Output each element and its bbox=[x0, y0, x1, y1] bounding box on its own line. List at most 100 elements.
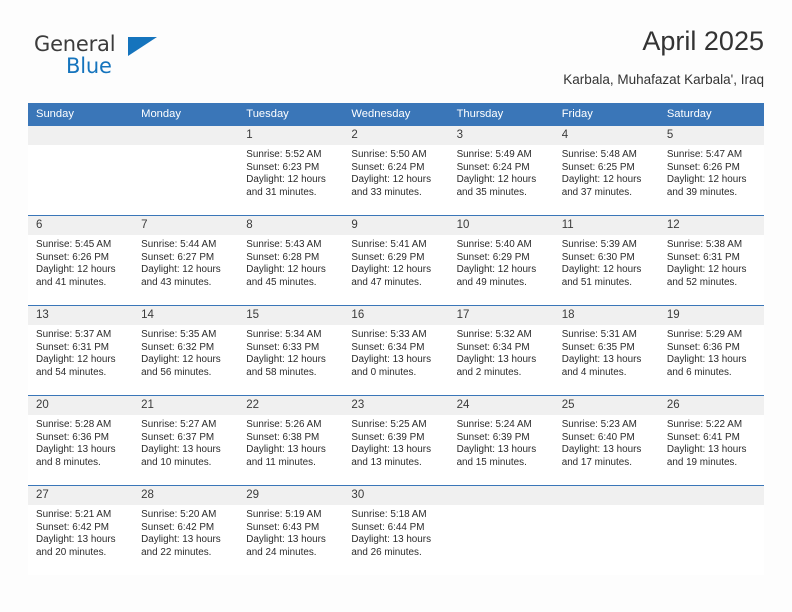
sunrise-time: Sunrise: 5:23 AM bbox=[561, 419, 637, 430]
sunset-time: Sunset: 6:30 PM bbox=[561, 251, 635, 263]
sunset-time: Sunset: 6:28 PM bbox=[246, 251, 320, 263]
sunrise-time: Sunrise: 5:29 AM bbox=[666, 329, 743, 340]
calendar-week-row: 27 Sunrise: 5:21 AM Sunset: 6:42 PM Dayligh… bbox=[28, 485, 764, 575]
day-number bbox=[28, 126, 134, 145]
day-number: 16 bbox=[343, 306, 449, 325]
daylight-duration-line2: and 33 minutes. bbox=[351, 186, 422, 198]
calendar-day-cell[interactable]: 12 Sunrise: 5:38 AM Sunset: 6:31 PM Dayligh… bbox=[658, 215, 764, 306]
calendar-header-row: Sunday Monday Tuesday Wednesday Thursday… bbox=[28, 103, 764, 126]
daylight-duration-line1: Daylight: 13 hours bbox=[36, 444, 116, 456]
calendar-day-cell[interactable]: 13 Sunrise: 5:37 AM Sunset: 6:31 PM Dayligh… bbox=[28, 305, 134, 396]
daylight-duration-line2: and 15 minutes. bbox=[456, 456, 527, 468]
daylight-duration-line1: Daylight: 13 hours bbox=[456, 354, 537, 366]
calendar-day-cell[interactable]: 3 Sunrise: 5:49 AM Sunset: 6:24 PM Daylight… bbox=[448, 125, 554, 216]
daylight-duration-line1: Daylight: 12 hours bbox=[36, 264, 116, 276]
calendar-day-cell[interactable]: 24 Sunrise: 5:24 AM Sunset: 6:39 PM Dayligh… bbox=[448, 395, 554, 486]
daylight-duration-line2: and 45 minutes. bbox=[246, 276, 317, 288]
calendar-day-cell[interactable]: 16 Sunrise: 5:33 AM Sunset: 6:34 PM Dayligh… bbox=[343, 305, 449, 396]
day-details: Sunrise: 5:29 AM Sunset: 6:36 PM Daylight:… bbox=[659, 325, 764, 379]
sunset-time: Sunset: 6:27 PM bbox=[141, 251, 215, 263]
day-number: 28 bbox=[133, 486, 239, 505]
daylight-duration-line2: and 11 minutes. bbox=[246, 456, 316, 468]
calendar-day-cell[interactable]: 23 Sunrise: 5:25 AM Sunset: 6:39 PM Dayligh… bbox=[343, 395, 449, 486]
day-number bbox=[133, 126, 239, 145]
calendar-day-cell[interactable]: 29 Sunrise: 5:19 AM Sunset: 6:43 PM Dayligh… bbox=[238, 485, 344, 575]
daylight-duration-line1: Daylight: 12 hours bbox=[246, 354, 326, 366]
sunrise-time: Sunrise: 5:40 AM bbox=[456, 239, 532, 250]
sunrise-time: Sunrise: 5:18 AM bbox=[351, 509, 427, 520]
day-number: 3 bbox=[448, 126, 554, 145]
day-number: 20 bbox=[28, 396, 134, 415]
calendar-week-row: 20 Sunrise: 5:28 AM Sunset: 6:36 PM Dayligh… bbox=[28, 395, 764, 486]
day-details: Sunrise: 5:20 AM Sunset: 6:42 PM Daylight:… bbox=[133, 505, 238, 559]
day-details: Sunrise: 5:25 AM Sunset: 6:39 PM Daylight:… bbox=[343, 415, 448, 469]
calendar-day-cell-empty bbox=[658, 485, 764, 575]
calendar-day-cell[interactable]: 9 Sunrise: 5:41 AM Sunset: 6:29 PM Daylight… bbox=[343, 215, 449, 306]
sunset-time: Sunset: 6:24 PM bbox=[456, 161, 530, 173]
calendar-day-cell[interactable]: 1 Sunrise: 5:52 AM Sunset: 6:23 PM Daylight… bbox=[238, 125, 344, 216]
sunrise-time: Sunrise: 5:35 AM bbox=[141, 329, 217, 340]
calendar-day-cell[interactable]: 2 Sunrise: 5:50 AM Sunset: 6:24 PM Daylight… bbox=[343, 125, 449, 216]
sunrise-time: Sunrise: 5:26 AM bbox=[246, 419, 322, 430]
calendar-day-cell[interactable]: 15 Sunrise: 5:34 AM Sunset: 6:33 PM Dayligh… bbox=[238, 305, 344, 396]
sunset-time: Sunset: 6:36 PM bbox=[36, 431, 110, 443]
daylight-duration-line1: Daylight: 12 hours bbox=[141, 264, 221, 276]
calendar-day-cell[interactable]: 21 Sunrise: 5:27 AM Sunset: 6:37 PM Dayligh… bbox=[133, 395, 239, 486]
day-number: 7 bbox=[133, 216, 239, 235]
calendar-day-cell[interactable]: 22 Sunrise: 5:26 AM Sunset: 6:38 PM Dayligh… bbox=[238, 395, 344, 486]
day-number: 11 bbox=[553, 216, 659, 235]
daylight-duration-line1: Daylight: 13 hours bbox=[141, 534, 221, 546]
daylight-duration-line1: Daylight: 12 hours bbox=[561, 174, 642, 186]
calendar-week-row: 6 Sunrise: 5:45 AM Sunset: 6:26 PM Daylight… bbox=[28, 215, 764, 306]
daylight-duration-line2: and 35 minutes. bbox=[456, 186, 527, 198]
sunrise-time: Sunrise: 5:33 AM bbox=[351, 329, 427, 340]
day-details: Sunrise: 5:38 AM Sunset: 6:31 PM Daylight:… bbox=[659, 235, 764, 289]
day-number bbox=[658, 486, 764, 505]
sunset-time: Sunset: 6:42 PM bbox=[36, 521, 110, 533]
day-details: Sunrise: 5:31 AM Sunset: 6:35 PM Daylight:… bbox=[554, 325, 659, 379]
calendar-day-cell[interactable]: 30 Sunrise: 5:18 AM Sunset: 6:44 PM Dayligh… bbox=[343, 485, 449, 575]
daylight-duration-line1: Daylight: 12 hours bbox=[246, 264, 326, 276]
calendar-day-cell[interactable]: 5 Sunrise: 5:47 AM Sunset: 6:26 PM Daylight… bbox=[658, 125, 764, 216]
calendar-day-cell[interactable]: 10 Sunrise: 5:40 AM Sunset: 6:29 PM Dayligh… bbox=[448, 215, 554, 306]
sunrise-time: Sunrise: 5:24 AM bbox=[456, 419, 532, 430]
sunset-time: Sunset: 6:38 PM bbox=[246, 431, 320, 443]
calendar-day-cell[interactable]: 11 Sunrise: 5:39 AM Sunset: 6:30 PM Dayligh… bbox=[553, 215, 659, 306]
logo-text-general: General bbox=[34, 32, 116, 56]
day-number: 21 bbox=[133, 396, 239, 415]
daylight-duration-line2: and 54 minutes. bbox=[36, 366, 107, 378]
daylight-duration-line2: and 52 minutes. bbox=[666, 276, 738, 288]
calendar-day-cell[interactable]: 6 Sunrise: 5:45 AM Sunset: 6:26 PM Daylight… bbox=[28, 215, 134, 306]
daylight-duration-line1: Daylight: 13 hours bbox=[141, 444, 221, 456]
daylight-duration-line2: and 49 minutes. bbox=[456, 276, 527, 288]
daylight-duration-line2: and 20 minutes. bbox=[36, 546, 107, 558]
sunrise-time: Sunrise: 5:38 AM bbox=[666, 239, 743, 250]
calendar-day-cell[interactable]: 25 Sunrise: 5:23 AM Sunset: 6:40 PM Dayligh… bbox=[553, 395, 659, 486]
day-number: 6 bbox=[28, 216, 134, 235]
day-details: Sunrise: 5:19 AM Sunset: 6:43 PM Daylight:… bbox=[238, 505, 343, 559]
calendar-day-cell[interactable]: 17 Sunrise: 5:32 AM Sunset: 6:34 PM Dayligh… bbox=[448, 305, 554, 396]
day-details: Sunrise: 5:33 AM Sunset: 6:34 PM Daylight:… bbox=[343, 325, 448, 379]
calendar-day-cell[interactable]: 14 Sunrise: 5:35 AM Sunset: 6:32 PM Dayligh… bbox=[133, 305, 239, 396]
day-number: 24 bbox=[448, 396, 554, 415]
calendar-day-cell[interactable]: 19 Sunrise: 5:29 AM Sunset: 6:36 PM Dayligh… bbox=[658, 305, 764, 396]
weekday-header-sunday: Sunday bbox=[28, 103, 134, 126]
calendar-day-cell[interactable]: 4 Sunrise: 5:48 AM Sunset: 6:25 PM Daylight… bbox=[553, 125, 659, 216]
day-details: Sunrise: 5:24 AM Sunset: 6:39 PM Daylight:… bbox=[449, 415, 554, 469]
general-blue-logo[interactable]: General Blue bbox=[34, 32, 164, 84]
calendar-day-cell[interactable]: 28 Sunrise: 5:20 AM Sunset: 6:42 PM Dayligh… bbox=[133, 485, 239, 575]
sunrise-time: Sunrise: 5:37 AM bbox=[36, 329, 112, 340]
sunrise-time: Sunrise: 5:20 AM bbox=[141, 509, 217, 520]
daylight-duration-line1: Daylight: 12 hours bbox=[246, 174, 326, 186]
sunrise-time: Sunrise: 5:44 AM bbox=[141, 239, 217, 250]
calendar-day-cell[interactable]: 8 Sunrise: 5:43 AM Sunset: 6:28 PM Daylight… bbox=[238, 215, 344, 306]
calendar-day-cell[interactable]: 7 Sunrise: 5:44 AM Sunset: 6:27 PM Daylight… bbox=[133, 215, 239, 306]
daylight-duration-line1: Daylight: 13 hours bbox=[351, 444, 432, 456]
day-details: Sunrise: 5:32 AM Sunset: 6:34 PM Daylight:… bbox=[449, 325, 554, 379]
calendar-day-cell[interactable]: 27 Sunrise: 5:21 AM Sunset: 6:42 PM Dayligh… bbox=[28, 485, 134, 575]
day-number: 22 bbox=[238, 396, 344, 415]
calendar-day-cell[interactable]: 20 Sunrise: 5:28 AM Sunset: 6:36 PM Dayligh… bbox=[28, 395, 134, 486]
calendar-day-cell[interactable]: 26 Sunrise: 5:22 AM Sunset: 6:41 PM Dayligh… bbox=[658, 395, 764, 486]
page-title: April 2025 bbox=[642, 26, 764, 56]
calendar-day-cell[interactable]: 18 Sunrise: 5:31 AM Sunset: 6:35 PM Dayligh… bbox=[553, 305, 659, 396]
